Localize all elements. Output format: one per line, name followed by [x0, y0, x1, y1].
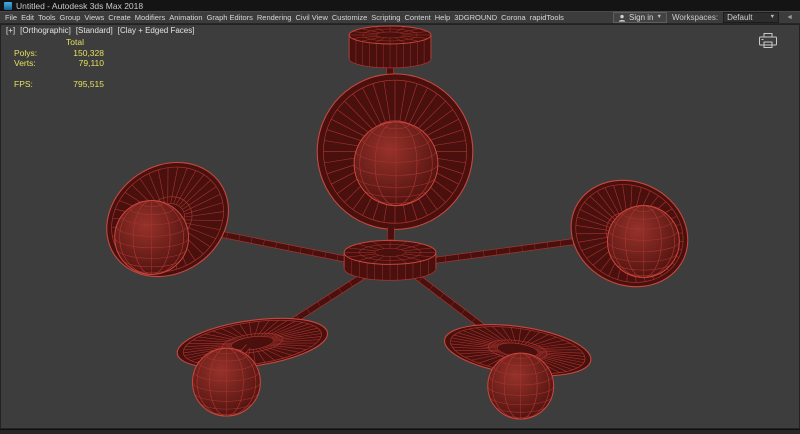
menu-item-content[interactable]: Content	[402, 12, 432, 23]
title-bar: Untitled - Autodesk 3ds Max 2018	[0, 0, 800, 11]
menu-item-rendering[interactable]: Rendering	[255, 12, 294, 23]
stats-row-total: Total	[14, 37, 104, 48]
printer-icon[interactable]	[758, 32, 778, 49]
stats-fps-label: FPS:	[14, 79, 46, 90]
sign-in-button[interactable]: Sign in ▼	[613, 12, 667, 23]
stats-polys-value: 150,328	[46, 48, 104, 59]
menu-item-file[interactable]: File	[3, 12, 19, 23]
stats-row-polys: Polys: 150,328	[14, 48, 104, 59]
menu-item-views[interactable]: Views	[82, 12, 106, 23]
viewport-label-row: [+] [Orthographic] [Standard] [Clay + Edged…	[6, 26, 194, 35]
viewport-label-0[interactable]: [+]	[6, 26, 15, 35]
app-window: Untitled - Autodesk 3ds Max 2018 FileEdi…	[0, 0, 800, 434]
menu-item-group[interactable]: Group	[58, 12, 83, 23]
person-icon	[618, 14, 626, 22]
status-bar	[0, 429, 800, 434]
menu-item-graph-editors[interactable]: Graph Editors	[205, 12, 255, 23]
stats-fps-value: 795,515	[46, 79, 104, 90]
chevron-down-icon: ▼	[770, 15, 775, 21]
menu-items: FileEditToolsGroupViewsCreateModifiersAn…	[3, 12, 566, 23]
window-title: Untitled - Autodesk 3ds Max 2018	[16, 1, 143, 11]
menu-bar: FileEditToolsGroupViewsCreateModifiersAn…	[0, 11, 800, 24]
stats-total-label: Total	[46, 37, 104, 48]
menu-item-animation[interactable]: Animation	[167, 12, 204, 23]
menu-item-3dground[interactable]: 3DGROUND	[452, 12, 499, 23]
stats-row-fps: FPS: 795,515	[14, 79, 104, 90]
menu-bar-right: Sign in ▼ Workspaces: Default ▼ ◄	[613, 12, 797, 23]
viewport-scene[interactable]	[1, 25, 799, 428]
workspace-select[interactable]: Default ▼	[723, 12, 779, 23]
viewport-label-1[interactable]: [Orthographic]	[20, 26, 71, 35]
viewport-label-2[interactable]: [Standard]	[76, 26, 113, 35]
3dsmax-app-icon	[4, 2, 12, 10]
stats-verts-value: 79,110	[46, 58, 104, 69]
sign-in-label: Sign in	[629, 13, 653, 22]
menu-item-civil-view[interactable]: Civil View	[293, 12, 329, 23]
viewport-label-3[interactable]: [Clay + Edged Faces]	[118, 26, 195, 35]
menu-item-help[interactable]: Help	[433, 12, 452, 23]
workspaces-label: Workspaces:	[672, 13, 718, 22]
menu-item-customize[interactable]: Customize	[330, 12, 369, 23]
menu-item-edit[interactable]: Edit	[19, 12, 36, 23]
stats-polys-label: Polys:	[14, 48, 46, 59]
stats-verts-label: Verts:	[14, 58, 46, 69]
viewport[interactable]: [+] [Orthographic] [Standard] [Clay + Edged…	[0, 24, 800, 429]
viewport-statistics: Total Polys: 150,328 Verts: 79,110 FPS: …	[14, 37, 104, 89]
chevron-left-icon[interactable]: ◄	[784, 14, 795, 21]
menu-item-rapidtools[interactable]: rapidTools	[528, 12, 566, 23]
chevron-down-icon: ▼	[657, 15, 662, 21]
menu-item-scripting[interactable]: Scripting	[369, 12, 402, 23]
menu-item-modifiers[interactable]: Modifiers	[133, 12, 167, 23]
stats-row-verts: Verts: 79,110	[14, 58, 104, 69]
menu-item-corona[interactable]: Corona	[499, 12, 528, 23]
workspace-value: Default	[727, 13, 752, 22]
menu-item-tools[interactable]: Tools	[36, 12, 58, 23]
menu-item-create[interactable]: Create	[106, 12, 133, 23]
